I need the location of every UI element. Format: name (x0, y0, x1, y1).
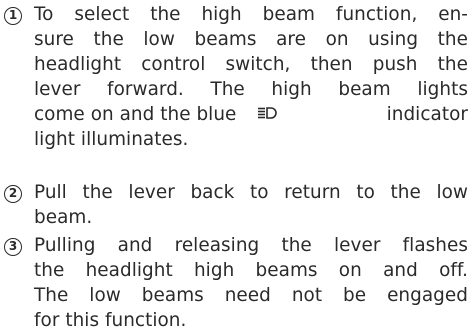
step-1: 1 To select the high beam function, en- … (4, 2, 468, 152)
step-2-line-2: beam. (34, 207, 93, 228)
step-number-badge: 3 (4, 238, 22, 256)
step-1-line-3: headlight control switch, then push the (34, 54, 468, 75)
step-1-line-6: light illuminates. (34, 129, 189, 150)
step-1-line-5-text: come on and the blue (34, 104, 237, 125)
step-1-line-5a: come on and the blue (34, 102, 278, 127)
step-2-text: Pull the lever back to return to the low… (34, 180, 468, 230)
step-1-text: To select the high beam function, en- su… (34, 2, 468, 152)
step-3-line-2: the headlight high beams on and off. (34, 260, 468, 281)
high-beam-indicator-icon (258, 101, 278, 126)
step-1-line-5: come on and the blue indicator (34, 102, 468, 127)
step-1-line-4: lever forward. The high beam lights (34, 79, 468, 100)
step-1-line-2: sure the low beams are on using the (34, 29, 468, 50)
step-number-badge: 1 (4, 7, 22, 25)
step-3: 3 Pulling and releasing the lever flashe… (4, 233, 468, 333)
step-3-text: Pulling and releasing the lever flashes … (34, 233, 468, 333)
step-2: 2 Pull the lever back to return to the l… (4, 180, 468, 230)
step-3-line-3: The low beams need not be engaged (34, 285, 468, 306)
step-3-line-1: Pulling and releasing the lever flashes (34, 235, 468, 256)
step-2-line-1: Pull the lever back to return to the low (34, 182, 468, 203)
step-number-badge: 2 (4, 185, 22, 203)
step-1-line-1: To select the high beam function, en- (34, 4, 468, 25)
step-3-line-4: for this function. (34, 310, 187, 331)
step-1-line-5b: indicator (386, 104, 468, 125)
